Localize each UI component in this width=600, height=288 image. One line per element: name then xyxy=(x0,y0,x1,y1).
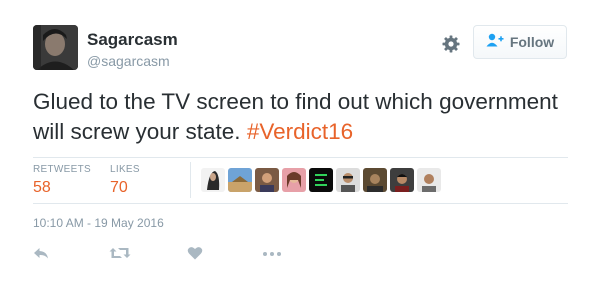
like-icon[interactable] xyxy=(187,245,203,266)
stats-separator xyxy=(190,162,191,198)
liker-avatar[interactable] xyxy=(201,168,225,192)
liker-avatar[interactable] xyxy=(390,168,414,192)
reply-icon[interactable] xyxy=(33,245,49,266)
hashtag-link[interactable]: #Verdict16 xyxy=(247,119,353,144)
tweet-timestamp[interactable]: 10:10 AM - 19 May 2016 xyxy=(33,216,164,230)
follow-person-icon xyxy=(486,33,504,52)
likes-count: 70 xyxy=(110,179,128,196)
likes-label: LIKES xyxy=(110,164,140,175)
liker-avatar[interactable] xyxy=(417,168,441,192)
user-handle[interactable]: @sagarcasm xyxy=(87,53,170,69)
more-icon[interactable] xyxy=(262,245,282,266)
liker-avatar[interactable] xyxy=(255,168,279,192)
retweet-icon[interactable] xyxy=(109,245,131,266)
tweet-text: Glued to the TV screen to find out which… xyxy=(33,87,573,147)
tweet-card: Sagarcasm @sagarcasm Follow Glued to the… xyxy=(0,0,600,288)
retweets-stat[interactable]: RETWEETS 58 xyxy=(33,164,91,197)
display-name[interactable]: Sagarcasm xyxy=(87,30,178,50)
liker-avatar[interactable] xyxy=(228,168,252,192)
liker-avatar[interactable] xyxy=(309,168,333,192)
avatar[interactable] xyxy=(33,25,78,70)
retweets-label: RETWEETS xyxy=(33,164,91,175)
likers-avatar-list xyxy=(201,168,441,192)
divider-bottom xyxy=(33,203,568,204)
retweets-count: 58 xyxy=(33,179,51,196)
liker-avatar[interactable] xyxy=(363,168,387,192)
liker-avatar[interactable] xyxy=(282,168,306,192)
follow-button[interactable]: Follow xyxy=(473,25,567,59)
follow-label: Follow xyxy=(509,34,555,50)
gear-icon[interactable] xyxy=(441,34,461,54)
likes-stat[interactable]: LIKES 70 xyxy=(110,164,140,197)
divider-top xyxy=(33,157,568,158)
liker-avatar[interactable] xyxy=(336,168,360,192)
